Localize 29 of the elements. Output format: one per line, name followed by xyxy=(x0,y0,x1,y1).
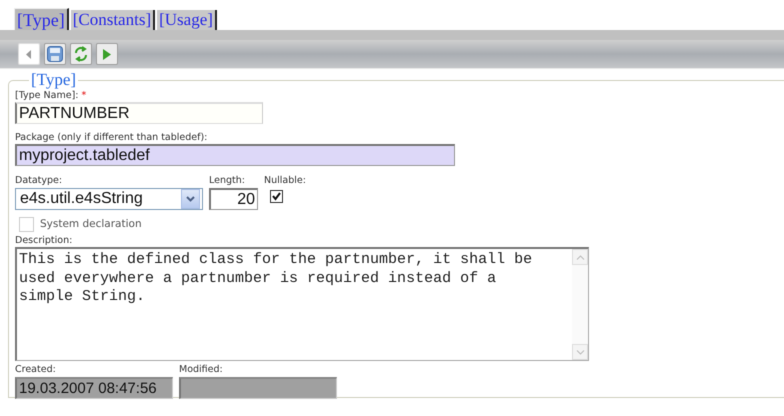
field-label: Modified: xyxy=(179,364,224,376)
nullable-checkbox[interactable] xyxy=(270,190,283,203)
scroll-bar[interactable] xyxy=(572,249,588,360)
play-icon xyxy=(103,48,111,60)
description-text: This is the defined class for the partnumber, it shall be used everywhere a partnumber is required instead of a simple String. xyxy=(18,250,534,307)
refresh-icon xyxy=(74,46,88,62)
tab[interactable]: [Type] xyxy=(14,8,69,30)
field-label: [Type Name]: xyxy=(15,90,78,102)
group-title: [Type] xyxy=(30,72,78,88)
field-label: Created: xyxy=(15,364,57,376)
field-label: Nullable: xyxy=(264,175,306,187)
run-button[interactable] xyxy=(96,43,118,65)
description-field[interactable]: This is the defined class for the partnumber, it shall be used everywhere a partnumber is required instead of a simple String. xyxy=(15,247,589,361)
length-field[interactable]: 20 xyxy=(209,188,258,210)
datatype-dropdown[interactable]: e4s.util.e4sString xyxy=(15,188,203,210)
type-name-field[interactable]: PARTNUMBER xyxy=(15,102,263,124)
left-triangle-icon xyxy=(26,50,32,58)
field-label: Package (only if different than tabledef): xyxy=(15,132,208,144)
tab[interactable]: [Constants] xyxy=(70,10,156,30)
field-label: System declaration xyxy=(40,218,142,230)
required-mark: * xyxy=(81,90,86,102)
created-field: 19.03.2007 08:47:56 xyxy=(15,377,173,399)
field-label: Description: xyxy=(15,235,74,247)
field-label: Length: xyxy=(209,175,246,187)
field-label: Datatype: xyxy=(15,175,64,187)
save-button[interactable] xyxy=(44,43,66,65)
refresh-button[interactable] xyxy=(70,43,92,65)
package-field[interactable]: myproject.tabledef xyxy=(15,144,455,166)
tab[interactable]: [Usage] xyxy=(157,10,217,30)
